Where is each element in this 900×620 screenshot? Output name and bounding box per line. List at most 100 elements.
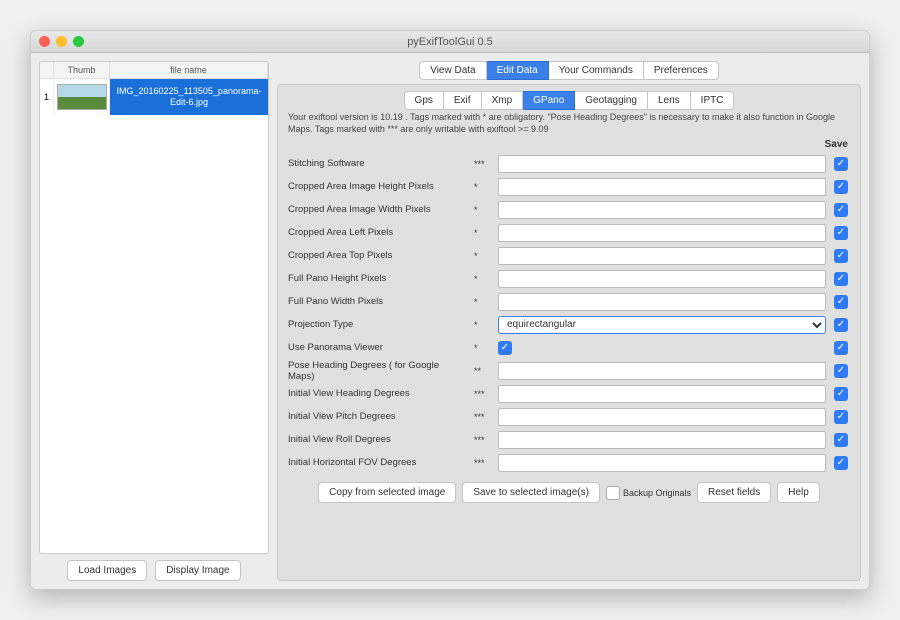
field-label: Full Pano Width Pixels xyxy=(288,296,468,307)
save-checkbox-wrap xyxy=(832,433,850,447)
backup-originals-wrap: Backup Originals xyxy=(606,486,691,500)
text-input[interactable] xyxy=(498,155,826,173)
subtab-lens[interactable]: Lens xyxy=(648,91,691,110)
field-input-wrap xyxy=(498,224,826,242)
row-index: 1 xyxy=(40,79,54,115)
field-row: Initial View Pitch Degrees *** xyxy=(288,405,850,428)
text-input[interactable] xyxy=(498,201,826,219)
save-checkbox-wrap xyxy=(832,249,850,263)
left-buttons: Load Images Display Image xyxy=(39,560,269,581)
tab-view-data[interactable]: View Data xyxy=(419,61,486,80)
col-header-filename: file name xyxy=(110,62,268,78)
save-checkbox[interactable] xyxy=(834,180,848,194)
field-row: Full Pano Width Pixels* xyxy=(288,290,850,313)
fields-container: Stitching Software***Cropped Area Image … xyxy=(288,152,850,474)
save-checkbox-wrap xyxy=(832,272,850,286)
save-to-selected-button[interactable]: Save to selected image(s) xyxy=(462,482,600,503)
field-label: Projection Type xyxy=(288,319,468,330)
field-row: Initial View Roll Degrees *** xyxy=(288,428,850,451)
subtab-geotagging[interactable]: Geotagging xyxy=(575,91,648,110)
backup-originals-checkbox[interactable] xyxy=(606,486,620,500)
save-checkbox[interactable] xyxy=(834,318,848,332)
subtab-iptc[interactable]: IPTC xyxy=(691,91,735,110)
field-row: Pose Heading Degrees ( for Google Maps) *… xyxy=(288,359,850,382)
field-input-wrap xyxy=(498,362,826,380)
save-checkbox[interactable] xyxy=(834,157,848,171)
tab-preferences[interactable]: Preferences xyxy=(644,61,719,80)
save-checkbox[interactable] xyxy=(834,226,848,240)
subtab-gpano[interactable]: GPano xyxy=(523,91,575,110)
close-icon[interactable] xyxy=(39,36,50,47)
thumbnail-image xyxy=(57,84,107,110)
text-input[interactable] xyxy=(498,247,826,265)
save-checkbox-wrap xyxy=(832,318,850,332)
text-input[interactable] xyxy=(498,270,826,288)
tab-your-commands[interactable]: Your Commands xyxy=(549,61,644,80)
text-input[interactable] xyxy=(498,408,826,426)
text-input[interactable] xyxy=(498,224,826,242)
field-mark: *** xyxy=(474,412,492,422)
app-window: pyExifToolGui 0.5 Thumb file name 1 IMG_… xyxy=(30,30,870,590)
field-mark: * xyxy=(474,182,492,192)
field-input-wrap xyxy=(498,431,826,449)
save-checkbox[interactable] xyxy=(834,249,848,263)
checkbox-input[interactable] xyxy=(498,341,512,355)
field-mark: *** xyxy=(474,389,492,399)
field-input-wrap xyxy=(498,341,826,355)
field-label: Full Pano Height Pixels xyxy=(288,273,468,284)
save-checkbox-wrap xyxy=(832,203,850,217)
text-input[interactable] xyxy=(498,385,826,403)
text-input[interactable] xyxy=(498,362,826,380)
save-checkbox-wrap xyxy=(832,387,850,401)
zoom-icon[interactable] xyxy=(73,36,84,47)
field-mark: *** xyxy=(474,435,492,445)
bottom-buttons: Copy from selected image Save to selecte… xyxy=(288,482,850,503)
save-checkbox[interactable] xyxy=(834,387,848,401)
save-checkbox[interactable] xyxy=(834,433,848,447)
subtab-xmp[interactable]: Xmp xyxy=(482,91,524,110)
load-images-button[interactable]: Load Images xyxy=(67,560,147,581)
field-input-wrap xyxy=(498,385,826,403)
field-mark: ** xyxy=(474,366,492,376)
minimize-icon[interactable] xyxy=(56,36,67,47)
field-row: Initial Horizontal FOV Degrees*** xyxy=(288,451,850,474)
sub-tabs: GpsExifXmpGPanoGeotaggingLensIPTC xyxy=(288,91,850,110)
field-input-wrap xyxy=(498,178,826,196)
save-checkbox[interactable] xyxy=(834,410,848,424)
save-checkbox-wrap xyxy=(832,410,850,424)
tab-edit-data[interactable]: Edit Data xyxy=(487,61,549,80)
field-mark: * xyxy=(474,320,492,330)
display-image-button[interactable]: Display Image xyxy=(155,560,240,581)
left-panel: Thumb file name 1 IMG_20160225_113505_pa… xyxy=(39,61,269,581)
text-input[interactable] xyxy=(498,178,826,196)
field-row: Cropped Area Top Pixels* xyxy=(288,244,850,267)
copy-from-selected-button[interactable]: Copy from selected image xyxy=(318,482,456,503)
reset-fields-button[interactable]: Reset fields xyxy=(697,482,771,503)
field-label: Use Panorama Viewer xyxy=(288,342,468,353)
help-button[interactable]: Help xyxy=(777,482,820,503)
select-input[interactable]: equirectangular xyxy=(498,316,826,334)
text-input[interactable] xyxy=(498,431,826,449)
field-input-wrap xyxy=(498,293,826,311)
save-checkbox[interactable] xyxy=(834,364,848,378)
field-label: Stitching Software xyxy=(288,158,468,169)
field-label: Pose Heading Degrees ( for Google Maps) xyxy=(288,360,468,382)
field-mark: * xyxy=(474,228,492,238)
field-row: Cropped Area Image Width Pixels* xyxy=(288,198,850,221)
save-checkbox[interactable] xyxy=(834,272,848,286)
text-input[interactable] xyxy=(498,454,826,472)
field-label: Initial View Roll Degrees xyxy=(288,434,468,445)
save-checkbox-wrap xyxy=(832,341,850,355)
text-input[interactable] xyxy=(498,293,826,311)
file-table-empty xyxy=(40,115,268,553)
field-input-wrap xyxy=(498,247,826,265)
table-row[interactable]: 1 IMG_20160225_113505_panorama-Edit-6.jp… xyxy=(40,79,268,115)
save-checkbox[interactable] xyxy=(834,341,848,355)
field-label: Initial View Pitch Degrees xyxy=(288,411,468,422)
save-checkbox[interactable] xyxy=(834,295,848,309)
field-label: Initial Horizontal FOV Degrees xyxy=(288,457,468,468)
save-checkbox[interactable] xyxy=(834,203,848,217)
save-checkbox[interactable] xyxy=(834,456,848,470)
subtab-gps[interactable]: Gps xyxy=(404,91,444,110)
subtab-exif[interactable]: Exif xyxy=(444,91,482,110)
